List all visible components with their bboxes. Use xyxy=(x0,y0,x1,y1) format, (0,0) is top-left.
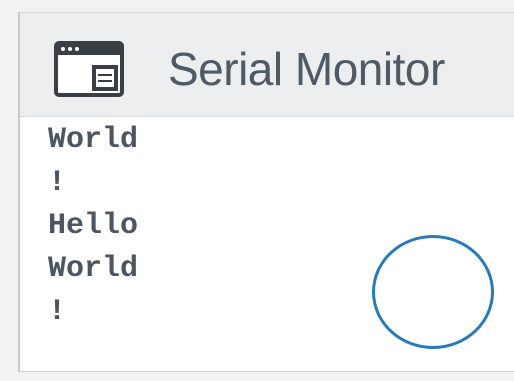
output-line: ! xyxy=(48,295,67,329)
highlight-circle xyxy=(372,235,494,349)
serial-monitor-window-icon xyxy=(54,41,124,97)
output-line: ! xyxy=(48,166,67,200)
serial-output-list: World ! Hello World ! xyxy=(48,119,138,334)
panel-title: Serial Monitor xyxy=(168,43,445,95)
output-line: Hello xyxy=(48,209,139,243)
output-line: World xyxy=(48,123,139,157)
panel-header: Serial Monitor xyxy=(20,13,514,117)
output-line: World xyxy=(48,252,139,286)
serial-monitor-panel: Serial Monitor World ! Hello World ! xyxy=(18,12,514,372)
